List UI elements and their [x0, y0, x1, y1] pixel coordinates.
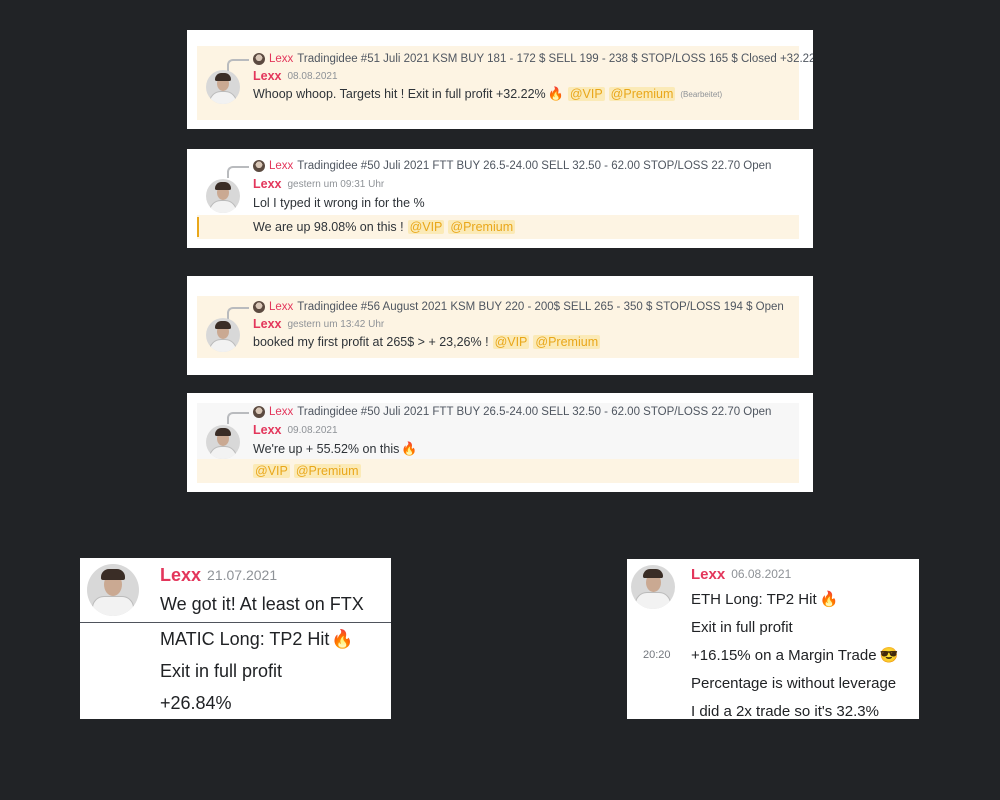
fire-emoji-icon: 🔥	[819, 591, 839, 608]
reply-reference[interactable]: Lexx Tradingidee #50 Juli 2021 FTT BUY 2…	[197, 157, 799, 178]
message-highlight: Lexx Tradingidee #56 August 2021 KSM BUY…	[197, 296, 799, 358]
reply-text: Tradingidee #51 Juli 2021 KSM BUY 181 - …	[297, 53, 813, 65]
reply-text: Tradingidee #50 Juli 2021 FTT BUY 26.5-2…	[297, 406, 772, 418]
reply-author[interactable]: Lexx	[269, 53, 293, 65]
mention-premium[interactable]: @Premium	[533, 335, 601, 349]
reply-reference[interactable]: Lexx Tradingidee #50 Juli 2021 FTT BUY 2…	[197, 403, 799, 424]
message-card-2: Lexx Tradingidee #50 Juli 2021 FTT BUY 2…	[187, 149, 813, 248]
message-line-2-text: MATIC Long: TP2 Hit	[160, 628, 330, 649]
message-text: booked my first profit at 265$ > + 23,26…	[253, 335, 489, 349]
mention-premium[interactable]: @Premium	[448, 220, 516, 234]
message: Lexx 21.07.2021 We got it! At least on F…	[80, 558, 391, 620]
message: Lexx 06.08.2021 ETH Long: TP2 Hit 🔥 Exit…	[627, 559, 919, 719]
message-line-3: 20:20 +16.15% on a Margin Trade 😎	[643, 641, 919, 669]
timestamp: gestern um 13:42 Uhr	[287, 318, 385, 330]
reply-avatar	[253, 160, 265, 172]
mention-bar	[197, 217, 199, 237]
reply-author[interactable]: Lexx	[269, 406, 293, 418]
reply-text: Tradingidee #56 August 2021 KSM BUY 220 …	[297, 301, 784, 313]
message-line-5: I did a 2x trade so it's 32.3%	[691, 702, 879, 720]
message: Lexx 09.08.2021 We're up + 55.52% on thi…	[197, 421, 799, 459]
fire-emoji-icon: 🔥	[547, 86, 564, 101]
avatar[interactable]	[206, 425, 240, 459]
message-line-1-text: ETH Long: TP2 Hit	[691, 590, 817, 608]
timestamp: 08.08.2021	[287, 70, 338, 82]
reply-avatar	[253, 406, 265, 418]
message-card-4: Lexx Tradingidee #50 Juli 2021 FTT BUY 2…	[187, 393, 813, 492]
message-text-2: We are up 98.08% on this !	[253, 220, 404, 234]
reply-author[interactable]: Lexx	[269, 160, 293, 172]
message-line-4: +26.84%	[160, 692, 232, 713]
message-card-1: Lexx Tradingidee #51 Juli 2021 KSM BUY 1…	[187, 30, 813, 129]
avatar[interactable]	[206, 179, 240, 213]
message-card-5: Lexx 21.07.2021 We got it! At least on F…	[80, 558, 391, 719]
message: Lexx gestern um 09:31 Uhr Lol I typed it…	[197, 175, 799, 213]
message-highlight: Lexx Tradingidee #51 Juli 2021 KSM BUY 1…	[197, 46, 813, 120]
message-text: We're up + 55.52% on this	[253, 442, 400, 456]
username[interactable]: Lexx	[253, 177, 282, 191]
mention-vip[interactable]: @VIP	[492, 335, 530, 349]
avatar[interactable]	[87, 564, 139, 616]
message-content: booked my first profit at 265$ > + 23,26…	[253, 332, 799, 352]
avatar[interactable]	[631, 565, 675, 609]
message-content: Whoop whoop. Targets hit ! Exit in full …	[253, 84, 799, 104]
mention-vip[interactable]: @VIP	[407, 220, 445, 234]
message-line-1: We got it! At least on FTX	[160, 593, 364, 614]
timestamp: 06.08.2021	[731, 567, 792, 581]
message-line-2: MATIC Long: TP2 Hit 🔥	[160, 623, 391, 655]
avatar[interactable]	[206, 70, 240, 104]
reply-text: Tradingidee #50 Juli 2021 FTT BUY 26.5-2…	[297, 160, 772, 172]
mention-vip[interactable]: @VIP	[253, 464, 290, 478]
avatar[interactable]	[206, 318, 240, 352]
message-line-3: Exit in full profit	[160, 660, 283, 681]
sunglasses-emoji-icon: 😎	[879, 647, 899, 664]
username[interactable]: Lexx	[691, 566, 725, 583]
username[interactable]: Lexx	[253, 423, 282, 437]
reply-avatar	[253, 301, 265, 313]
hover-timestamp: 20:20	[643, 649, 671, 661]
mention-premium[interactable]: @Premium	[608, 87, 676, 101]
timestamp: 09.08.2021	[287, 424, 338, 436]
message-line-4: Percentage is without leverage	[691, 674, 897, 692]
message-line-2: Exit in full profit	[691, 618, 793, 636]
fire-emoji-icon: 🔥	[331, 628, 354, 649]
message-continued: MATIC Long: TP2 Hit 🔥 Exit in full profi…	[80, 623, 391, 719]
reply-author[interactable]: Lexx	[269, 301, 293, 313]
message-highlight: We are up 98.08% on this ! @VIP @Premium	[197, 215, 799, 239]
timestamp: gestern um 09:31 Uhr	[287, 178, 385, 190]
reply-reference[interactable]: Lexx Tradingidee #51 Juli 2021 KSM BUY 1…	[197, 50, 813, 71]
mention-premium[interactable]: @Premium	[293, 464, 361, 478]
message: Lexx gestern um 13:42 Uhr booked my firs…	[197, 316, 799, 352]
edited-label: (Bearbeitet)	[680, 89, 723, 99]
message-content: We're up + 55.52% on this 🔥	[253, 439, 799, 459]
username[interactable]: Lexx	[253, 317, 282, 331]
message-line-3-text: +16.15% on a Margin Trade	[691, 646, 877, 664]
fire-emoji-icon: 🔥	[401, 441, 418, 456]
message-highlight: @VIP @Premium	[197, 459, 799, 483]
mention-vip[interactable]: @VIP	[567, 87, 605, 101]
message-text: Whoop whoop. Targets hit ! Exit in full …	[253, 87, 546, 101]
message-line-1: ETH Long: TP2 Hit 🔥	[691, 585, 919, 613]
message-text-1: Lol I typed it wrong in for the %	[253, 196, 425, 210]
username[interactable]: Lexx	[253, 69, 282, 83]
reply-avatar	[253, 53, 265, 65]
timestamp: 21.07.2021	[207, 567, 278, 583]
message-card-6: Lexx 06.08.2021 ETH Long: TP2 Hit 🔥 Exit…	[627, 559, 919, 719]
reply-reference[interactable]: Lexx Tradingidee #56 August 2021 KSM BUY…	[197, 298, 799, 319]
message: Lexx 08.08.2021 Whoop whoop. Targets hit…	[197, 68, 799, 104]
message-card-3: Lexx Tradingidee #56 August 2021 KSM BUY…	[187, 276, 813, 375]
username[interactable]: Lexx	[160, 565, 201, 586]
